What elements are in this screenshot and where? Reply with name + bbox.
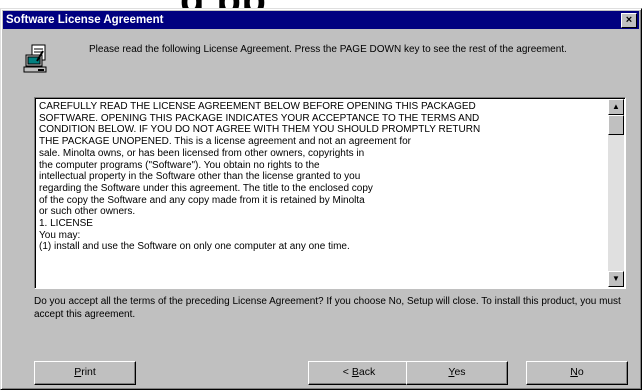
- no-mnemonic: N: [570, 366, 578, 378]
- setup-computer-icon: [23, 43, 55, 75]
- accept-question-text: Do you accept all the terms of the prece…: [34, 296, 621, 320]
- yes-label: es: [454, 366, 466, 378]
- license-agreement-text: CAREFULLY READ THE LICENSE AGREEMENT BEL…: [39, 101, 481, 253]
- yes-button[interactable]: Yes: [406, 361, 508, 385]
- back-label: ack: [358, 366, 376, 378]
- close-button[interactable]: ×: [621, 13, 637, 28]
- scroll-thumb[interactable]: [608, 115, 624, 135]
- close-icon: ×: [625, 14, 633, 26]
- vertical-scrollbar[interactable]: ▲ ▼: [608, 99, 624, 287]
- dialog-title: Software License Agreement: [6, 14, 164, 26]
- instruction-text: Please read the following License Agreem…: [89, 44, 567, 55]
- arrow-down-icon: ▼: [612, 274, 620, 283]
- print-label: rint: [81, 366, 96, 378]
- scroll-up-button[interactable]: ▲: [608, 99, 624, 115]
- license-text-box[interactable]: CAREFULLY READ THE LICENSE AGREEMENT BEL…: [34, 97, 626, 289]
- title-bar[interactable]: Software License Agreement ×: [3, 11, 639, 29]
- license-dialog: Software License Agreement × Please read…: [0, 8, 642, 390]
- no-label: o: [577, 366, 584, 378]
- back-mnemonic: B: [351, 366, 359, 378]
- scroll-down-button[interactable]: ▼: [608, 271, 624, 287]
- print-button[interactable]: Print: [34, 361, 136, 385]
- back-arrow: <: [342, 366, 352, 378]
- no-button[interactable]: No: [526, 361, 628, 385]
- arrow-up-icon: ▲: [612, 102, 620, 111]
- back-button[interactable]: < Back: [308, 361, 410, 385]
